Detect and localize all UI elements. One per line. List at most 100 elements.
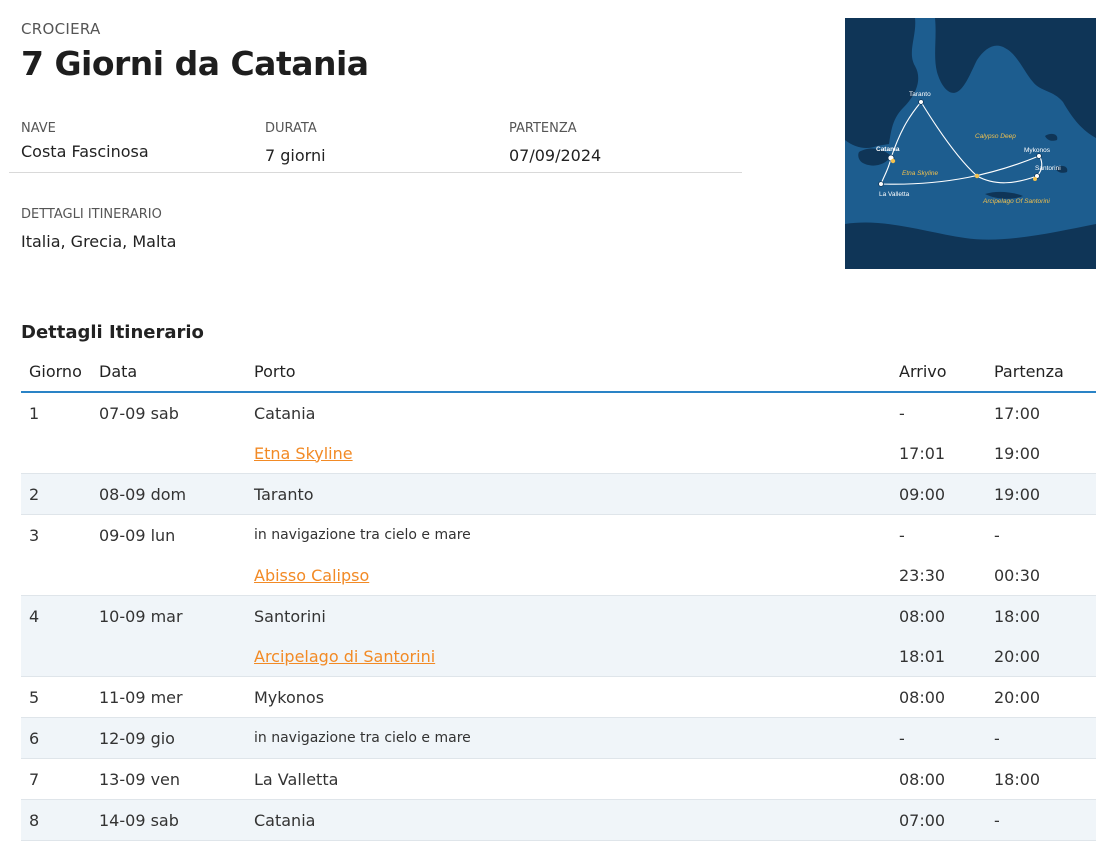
table-header-row: Giorno Data Porto Arrivo Partenza	[21, 352, 1096, 393]
table-row: 8 14-09 sab Catania 07:00 -	[21, 799, 1096, 841]
cell-day	[21, 636, 99, 677]
map-label-arcipelago: Arcipelago Of Santorini	[982, 198, 1050, 205]
cell-date: 13-09 ven	[99, 758, 254, 800]
cell-port: Santorini	[254, 595, 899, 636]
cell-arrival: -	[899, 403, 905, 423]
map-label-catania: Catania	[876, 146, 900, 153]
table-row: Etna Skyline 17:01 19:00	[21, 433, 1096, 474]
marker-arcipelago[interactable]	[1033, 177, 1037, 181]
excursion-link-etna-skyline[interactable]: Etna Skyline	[254, 444, 353, 463]
itinerary-table: Giorno Data Porto Arrivo Partenza 1 07-0…	[21, 352, 1096, 841]
marker-valletta[interactable]	[878, 181, 884, 187]
table-row: 1 07-09 sab Catania - 17:00	[21, 392, 1096, 433]
cell-date: 10-09 mar	[99, 595, 254, 636]
map-label-taranto: Taranto	[909, 91, 931, 98]
col-header-port: Porto	[254, 352, 899, 393]
col-header-day: Giorno	[21, 352, 99, 393]
cell-arrival: 08:00	[899, 595, 994, 636]
cell-day: 7	[21, 758, 99, 800]
duration-label: DURATA	[265, 121, 317, 136]
col-header-date: Data	[99, 352, 254, 393]
marker-calypso[interactable]	[974, 173, 980, 179]
duration-value: 7 giorni	[265, 146, 326, 165]
cell-departure: 00:30	[994, 565, 1041, 585]
cell-date: 08-09 dom	[99, 473, 254, 515]
itinerary-map[interactable]: Taranto Catania Etna Skyline La Valletta…	[845, 18, 1096, 269]
cell-date	[99, 555, 254, 596]
itinerary-details-value: Italia, Grecia, Malta	[21, 232, 177, 251]
cell-departure: 20:00	[994, 636, 1096, 677]
col-header-departure: Partenza	[994, 352, 1096, 393]
cell-date: 11-09 mer	[99, 676, 254, 718]
marker-mykonos[interactable]	[1036, 153, 1042, 159]
table-row: 2 08-09 dom Taranto 09:00 19:00	[21, 473, 1096, 515]
cell-departure: -	[994, 799, 1096, 841]
cell-arrival: 08:00	[899, 758, 994, 800]
cell-arrival: 08:00	[899, 676, 994, 718]
cell-date: 14-09 sab	[99, 799, 254, 841]
page-title: 7 Giorni da Catania	[21, 44, 369, 83]
excursion-link-abisso-calipso[interactable]: Abisso Calipso	[254, 566, 369, 585]
departure-label: PARTENZA	[509, 121, 577, 136]
departure-value: 07/09/2024	[509, 146, 602, 165]
table-row: 4 10-09 mar Santorini 08:00 18:00	[21, 595, 1096, 636]
table-row: 6 12-09 gio in navigazione tra cielo e m…	[21, 717, 1096, 759]
cell-date: 12-09 gio	[99, 717, 254, 759]
cell-port: Mykonos	[254, 676, 899, 718]
table-row: Arcipelago di Santorini 18:01 20:00	[21, 636, 1096, 677]
ship-label: NAVE	[21, 121, 56, 136]
table-row: 5 11-09 mer Mykonos 08:00 20:00	[21, 676, 1096, 718]
map-label-etna: Etna Skyline	[902, 170, 939, 177]
cell-departure: 19:00	[994, 443, 1041, 463]
cell-arrival: 18:01	[899, 636, 994, 677]
col-header-arrival: Arrivo	[899, 352, 994, 393]
cell-date	[99, 636, 254, 677]
cell-port: in navigazione tra cielo e mare	[254, 717, 899, 759]
cell-date: 07-09 sab	[99, 403, 179, 423]
cell-port: Taranto	[254, 473, 899, 515]
cell-departure: 18:00	[994, 595, 1096, 636]
cell-departure: -	[994, 514, 1096, 555]
table-row: 3 09-09 lun in navigazione tra cielo e m…	[21, 514, 1096, 555]
cell-port: Arcipelago di Santorini	[254, 636, 899, 677]
itinerary-section-title: Dettagli Itinerario	[21, 322, 204, 343]
cell-arrival: 07:00	[899, 799, 994, 841]
cell-arrival: 17:01	[899, 443, 946, 463]
table-row: 7 13-09 ven La Valletta 08:00 18:00	[21, 758, 1096, 800]
map-label-calypso: Calypso Deep	[975, 133, 1016, 140]
cell-day: 1	[29, 403, 40, 423]
cell-arrival: 09:00	[899, 473, 994, 515]
map-label-mykonos: Mykonos	[1024, 147, 1051, 154]
cell-arrival: -	[899, 717, 994, 759]
cell-arrival: 23:30	[899, 565, 946, 585]
ship-value: Costa Fascinosa	[21, 142, 149, 161]
cell-departure: 20:00	[994, 676, 1096, 718]
cell-day: 8	[21, 799, 99, 841]
marker-taranto[interactable]	[918, 99, 924, 105]
excursion-link-arcipelago-santorini[interactable]: Arcipelago di Santorini	[254, 647, 435, 666]
cell-date: 09-09 lun	[99, 514, 254, 555]
cell-arrival: -	[899, 514, 994, 555]
cell-departure: -	[994, 717, 1096, 759]
cell-port: Catania	[254, 799, 899, 841]
cell-day: 6	[21, 717, 99, 759]
itinerary-details-label: DETTAGLI ITINERARIO	[21, 207, 162, 222]
cell-port: La Valletta	[254, 758, 899, 800]
cell-day	[21, 555, 99, 596]
cell-day	[21, 433, 99, 474]
cell-day: 3	[21, 514, 99, 555]
cell-port: Catania	[254, 403, 316, 423]
cell-departure: 18:00	[994, 758, 1096, 800]
cell-day: 5	[21, 676, 99, 718]
map-label-valletta: La Valletta	[879, 191, 910, 198]
table-row: Abisso Calipso 23:30 00:30	[21, 555, 1096, 596]
cell-day: 4	[21, 595, 99, 636]
marker-etna[interactable]	[890, 158, 896, 164]
map-label-santorini: Santorini	[1035, 165, 1061, 172]
cell-port: in navigazione tra cielo e mare	[254, 514, 899, 555]
cell-date	[99, 433, 254, 474]
cell-day: 2	[21, 473, 99, 515]
meta-divider	[9, 172, 742, 173]
cell-port: Abisso Calipso	[254, 555, 899, 596]
cell-departure: 19:00	[994, 473, 1096, 515]
